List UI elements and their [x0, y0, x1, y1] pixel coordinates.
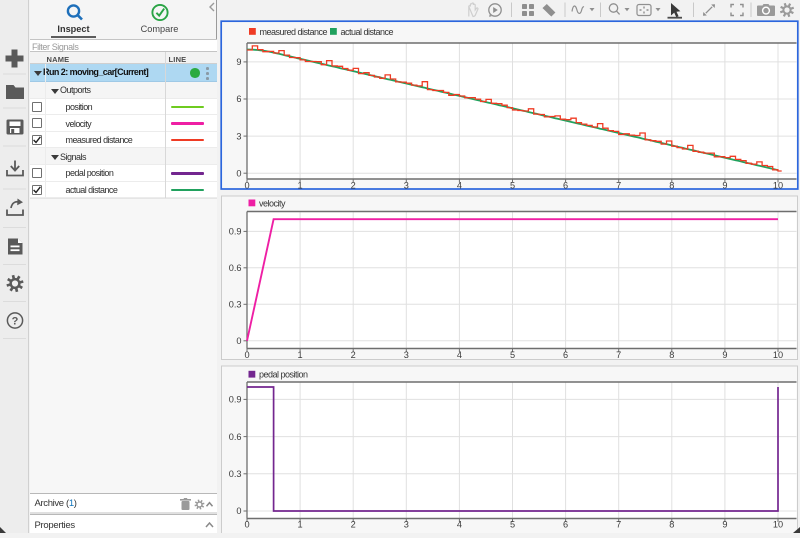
svg-text:9: 9 — [722, 350, 727, 360]
svg-text:0: 0 — [244, 350, 249, 360]
svg-text:?: ? — [12, 316, 19, 328]
svg-text:0.9: 0.9 — [229, 227, 242, 237]
svg-text:6: 6 — [563, 350, 568, 360]
svg-text:0.3: 0.3 — [229, 300, 242, 310]
svg-text:1: 1 — [298, 519, 303, 529]
svg-text:pedal position: pedal position — [259, 370, 308, 380]
svg-text:3: 3 — [236, 131, 241, 141]
svg-text:10: 10 — [773, 181, 783, 191]
svg-text:3: 3 — [404, 519, 409, 529]
svg-text:0: 0 — [236, 168, 241, 178]
svg-text:measured distance: measured distance — [260, 27, 328, 37]
svg-text:4: 4 — [457, 519, 462, 529]
svg-text:3: 3 — [404, 181, 409, 191]
svg-text:0: 0 — [236, 506, 241, 516]
svg-text:8: 8 — [669, 181, 674, 191]
svg-text:7: 7 — [616, 181, 621, 191]
svg-text:2: 2 — [351, 181, 356, 191]
svg-text:6: 6 — [236, 94, 241, 104]
svg-text:0: 0 — [236, 336, 241, 346]
svg-text:3: 3 — [404, 350, 409, 360]
svg-text:0.9: 0.9 — [229, 395, 242, 405]
svg-text:0: 0 — [244, 181, 249, 191]
svg-text:velocity: velocity — [259, 198, 286, 208]
svg-text:0: 0 — [244, 519, 249, 529]
svg-text:0.6: 0.6 — [229, 263, 242, 273]
svg-text:9: 9 — [236, 57, 241, 67]
svg-text:5: 5 — [510, 181, 515, 191]
svg-text:9: 9 — [722, 519, 727, 529]
svg-text:0.3: 0.3 — [229, 469, 242, 479]
svg-text:2: 2 — [351, 350, 356, 360]
svg-text:6: 6 — [563, 519, 568, 529]
svg-text:actual distance: actual distance — [341, 27, 394, 37]
svg-text:7: 7 — [616, 350, 621, 360]
svg-text:9: 9 — [722, 181, 727, 191]
svg-text:4: 4 — [457, 350, 462, 360]
svg-text:5: 5 — [510, 519, 515, 529]
svg-text:8: 8 — [669, 350, 674, 360]
svg-text:10: 10 — [773, 519, 783, 529]
svg-text:1: 1 — [298, 181, 303, 191]
svg-text:5: 5 — [510, 350, 515, 360]
svg-text:0.6: 0.6 — [229, 432, 242, 442]
svg-text:6: 6 — [563, 181, 568, 191]
svg-text:8: 8 — [669, 519, 674, 529]
svg-text:10: 10 — [773, 350, 783, 360]
svg-text:7: 7 — [616, 519, 621, 529]
svg-text:2: 2 — [351, 519, 356, 529]
svg-text:1: 1 — [298, 350, 303, 360]
svg-text:4: 4 — [457, 181, 462, 191]
